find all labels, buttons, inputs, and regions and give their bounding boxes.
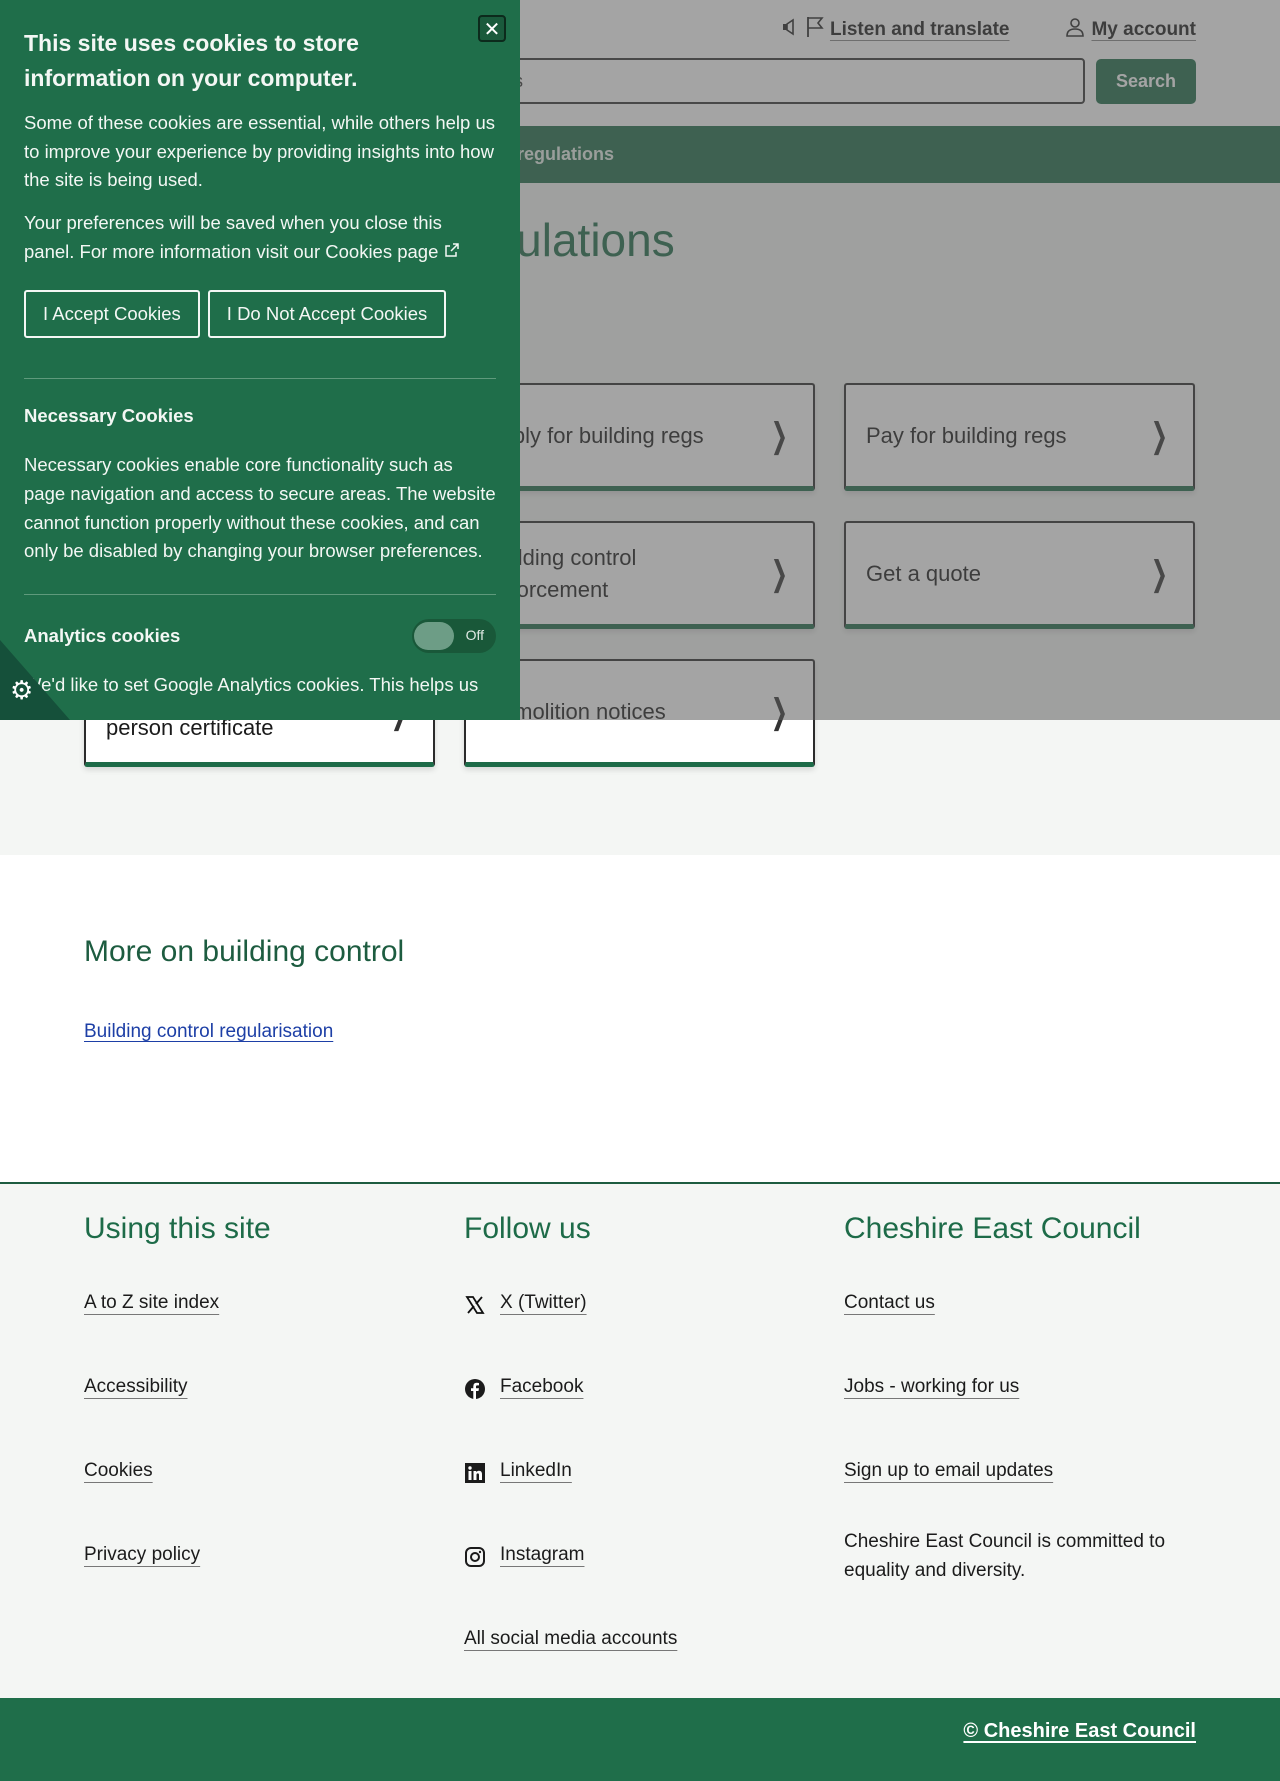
cookie-panel-title: This site uses cookies to store informat… bbox=[24, 30, 359, 91]
footer-link-a-to-z[interactable]: A to Z site index bbox=[84, 1284, 219, 1314]
footer-link-twitter[interactable]: X (Twitter) bbox=[500, 1284, 587, 1314]
divider bbox=[24, 594, 496, 596]
x-twitter-icon bbox=[464, 1294, 486, 1316]
footer-col-council: Cheshire East Council Contact us Jobs - … bbox=[844, 1212, 1196, 1585]
linkedin-icon bbox=[464, 1462, 486, 1484]
regularisation-link[interactable]: Building control regularisation bbox=[84, 1021, 333, 1043]
instagram-icon bbox=[464, 1546, 486, 1568]
necessary-cookies-text: Necessary cookies enable core functional… bbox=[24, 454, 496, 562]
toggle-knob bbox=[414, 622, 454, 651]
cookie-intro-text: Some of these cookies are essential, whi… bbox=[24, 112, 495, 191]
facebook-icon bbox=[464, 1378, 486, 1400]
close-cookie-panel-button[interactable]: ✕ bbox=[478, 15, 506, 42]
accept-cookies-button[interactable]: I Accept Cookies bbox=[24, 290, 200, 339]
footer-link-contact[interactable]: Contact us bbox=[844, 1284, 935, 1314]
cookie-settings-badge[interactable]: ⚙ bbox=[0, 640, 70, 720]
footer-link-privacy[interactable]: Privacy policy bbox=[84, 1536, 200, 1566]
reject-cookies-button[interactable]: I Do Not Accept Cookies bbox=[207, 290, 447, 339]
more-section-heading: More on building control bbox=[84, 935, 405, 968]
footer-link-linkedin[interactable]: LinkedIn bbox=[500, 1452, 572, 1482]
footer-heading: Using this site bbox=[84, 1212, 271, 1245]
analytics-cookies-toggle[interactable]: Off bbox=[412, 619, 496, 654]
footer-link-instagram[interactable]: Instagram bbox=[500, 1536, 584, 1566]
copyright-link[interactable]: © Cheshire East Council bbox=[963, 1720, 1196, 1743]
site-footer: Using this site A to Z site index Access… bbox=[0, 1182, 1280, 1698]
analytics-cookies-row: Analytics cookies Off bbox=[24, 619, 496, 654]
footer-heading: Cheshire East Council bbox=[844, 1212, 1141, 1245]
cookie-action-buttons: I Accept Cookies I Do Not Accept Cookies bbox=[24, 290, 496, 339]
equality-statement: Cheshire East Council is committed to eq… bbox=[844, 1531, 1166, 1581]
divider bbox=[24, 378, 496, 380]
cookie-prefs-label[interactable]: Your preferences will be saved when you … bbox=[24, 212, 442, 262]
necessary-cookies-heading: Necessary Cookies bbox=[24, 405, 194, 427]
cookie-prefs-text: Your preferences will be saved when you … bbox=[24, 209, 496, 266]
more-section: More on building control Building contro… bbox=[0, 855, 1280, 1182]
cookie-gear-icon: ⚙ bbox=[10, 676, 34, 706]
footer-heading: Follow us bbox=[464, 1212, 591, 1245]
footer-link-cookies[interactable]: Cookies bbox=[84, 1452, 153, 1482]
footer-col-follow-us: Follow us X (Twitter) Facebook LinkedIn … bbox=[464, 1212, 816, 1704]
external-link-icon bbox=[444, 241, 460, 262]
cookie-consent-panel: ✕ This site uses cookies to store inform… bbox=[0, 0, 520, 720]
toggle-state-label: Off bbox=[465, 627, 484, 644]
footer-col-using-site: Using this site A to Z site index Access… bbox=[84, 1212, 436, 1620]
footer-link-email-updates[interactable]: Sign up to email updates bbox=[844, 1452, 1053, 1482]
footer-link-facebook[interactable]: Facebook bbox=[500, 1368, 583, 1398]
footer-bottom-bar: © Cheshire East Council bbox=[0, 1698, 1280, 1781]
footer-link-jobs[interactable]: Jobs - working for us bbox=[844, 1368, 1019, 1398]
analytics-cookies-text: We'd like to set Google Analytics cookie… bbox=[24, 674, 479, 696]
footer-link-all-social[interactable]: All social media accounts bbox=[464, 1620, 677, 1650]
footer-link-accessibility[interactable]: Accessibility bbox=[84, 1368, 187, 1398]
